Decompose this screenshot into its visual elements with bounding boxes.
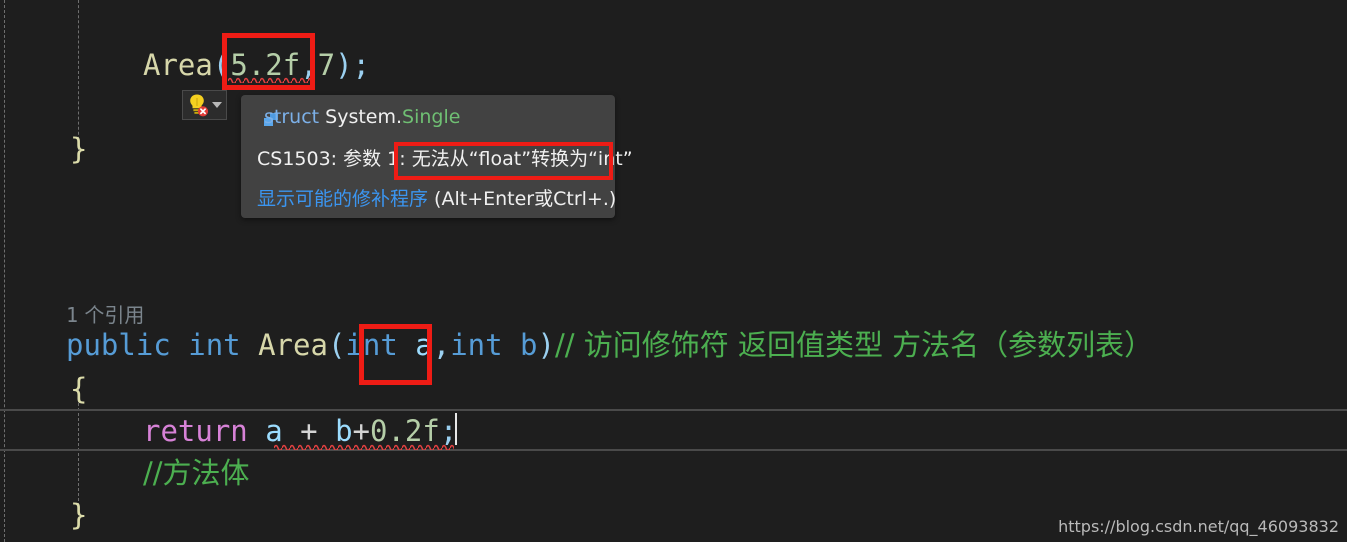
token-modifier-public: public bbox=[66, 328, 171, 362]
codelens-label: 个引用 bbox=[78, 303, 145, 327]
tooltip-fix-shortcut: (Alt+Enter或Ctrl+.) bbox=[428, 188, 617, 210]
token-close-paren-semicolon: ); bbox=[335, 48, 371, 82]
token-param-comma: , bbox=[432, 328, 451, 362]
token-int-literal: 7 bbox=[317, 48, 336, 82]
code-line-close-brace-method: } bbox=[70, 498, 88, 532]
tooltip-type-namespace: System. bbox=[325, 106, 403, 128]
codelens-reference-count[interactable]: 1 个引用 bbox=[66, 299, 144, 328]
code-line-open-brace-method: { bbox=[70, 372, 88, 406]
text-caret bbox=[455, 413, 457, 445]
token-param1-name: a bbox=[397, 328, 433, 362]
quick-actions-button[interactable] bbox=[182, 90, 227, 120]
tooltip-type-signature: struct System.Single bbox=[264, 106, 460, 128]
watermark-url: https://blog.csdn.net/qq_46093832 bbox=[1058, 517, 1339, 536]
tooltip-error-code: CS1503: 参数 1: bbox=[257, 148, 412, 170]
tooltip-type-name: Single bbox=[402, 106, 461, 128]
token-sig-open-paren: ( bbox=[327, 328, 346, 362]
tooltip-struct-keyword: struct bbox=[264, 106, 326, 128]
token-method-declaration-name: Area bbox=[258, 328, 328, 362]
lightbulb-error-icon bbox=[187, 93, 209, 117]
error-tooltip: struct System.Single CS1503: 参数 1: 无法从“f… bbox=[241, 95, 633, 218]
token-return-type: int bbox=[188, 328, 241, 362]
token-return-keyword: return bbox=[143, 414, 248, 448]
error-squiggle-float-literal bbox=[228, 76, 314, 83]
codelens-count: 1 bbox=[66, 303, 79, 327]
token-param2: int b bbox=[450, 328, 538, 362]
indent-guide-outer bbox=[4, 0, 5, 542]
indent-guide-class-body bbox=[78, 0, 79, 150]
code-line-close-brace-outer: } bbox=[70, 132, 88, 166]
code-editor-surface[interactable]: Area(5.2f,7); } struct System.Single CS1… bbox=[0, 0, 1347, 542]
tooltip-error-line: CS1503: 参数 1: 无法从“float”转换为“int” bbox=[257, 144, 633, 171]
chevron-down-icon[interactable] bbox=[212, 102, 222, 108]
error-squiggle-return-expression bbox=[274, 443, 454, 450]
tooltip-error-message: 无法从“float”转换为“int” bbox=[411, 148, 633, 170]
code-line-body-comment: //方法体 bbox=[143, 456, 250, 490]
token-signature-comment: // 访问修饰符 返回值类型 方法名（参数列表） bbox=[554, 328, 1154, 362]
token-param1-type: int bbox=[345, 328, 398, 362]
code-line-method-signature[interactable]: public int Area(int a,int b)// 访问修饰符 返回值… bbox=[66, 328, 1153, 362]
tooltip-fix-line[interactable]: 显示可能的修补程序 (Alt+Enter或Ctrl+.) bbox=[257, 184, 616, 211]
token-method-name: Area bbox=[143, 48, 213, 82]
token-sig-close-paren: ) bbox=[537, 328, 555, 362]
show-potential-fixes-link[interactable]: 显示可能的修补程序 bbox=[257, 188, 428, 210]
